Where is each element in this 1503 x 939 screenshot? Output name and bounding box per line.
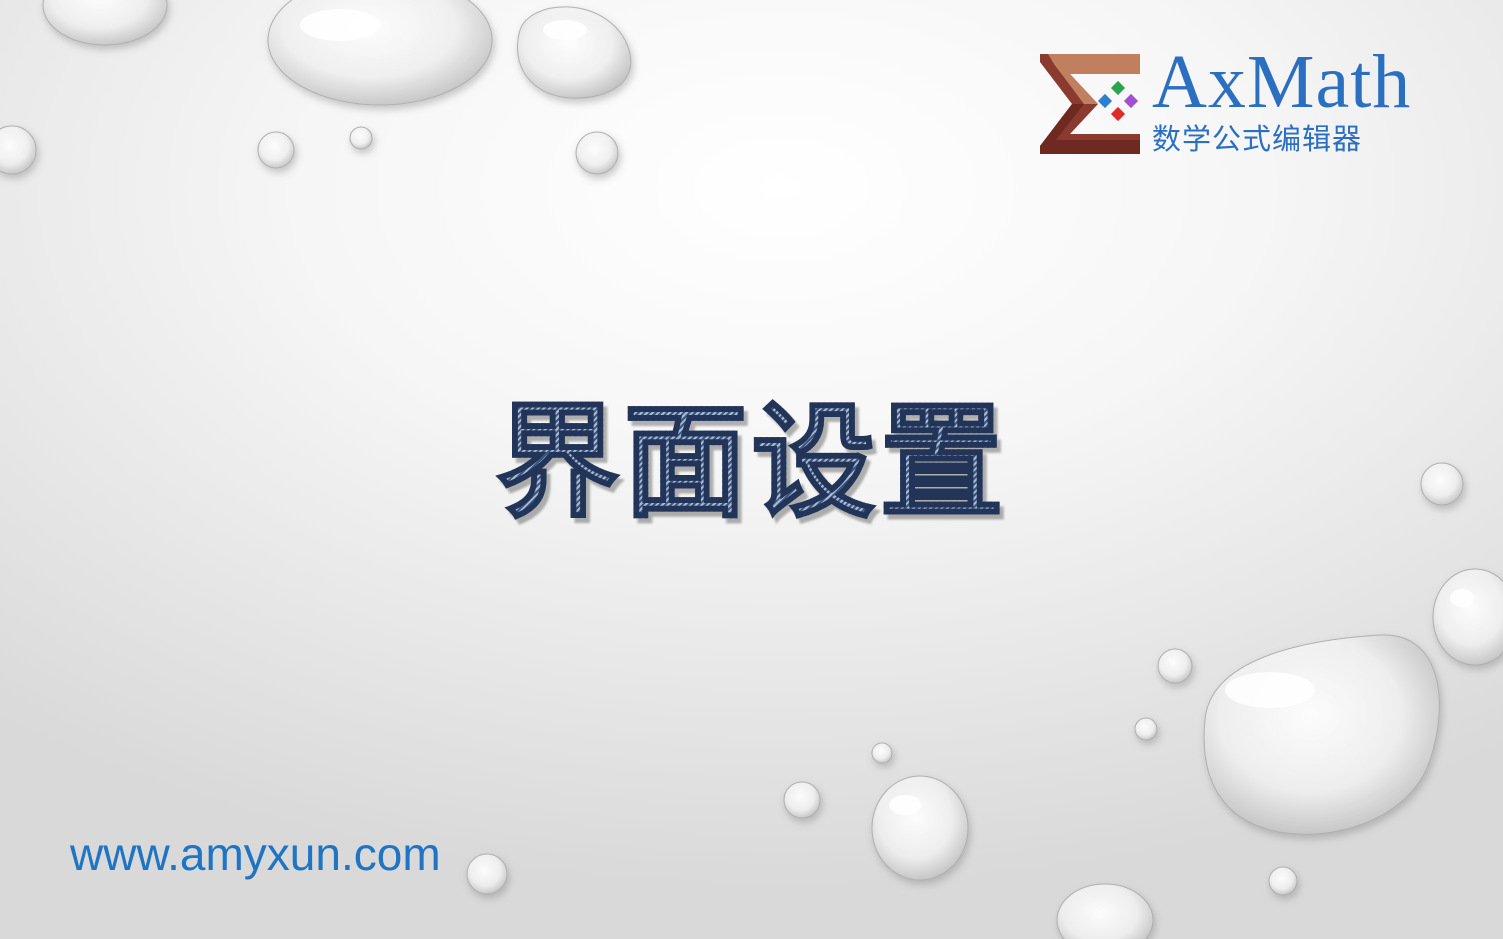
slide-title: 界面设置 bbox=[0, 388, 1503, 538]
droplet bbox=[871, 742, 893, 764]
droplet bbox=[0, 125, 37, 175]
droplet bbox=[42, 0, 168, 46]
droplet bbox=[257, 131, 295, 169]
droplet bbox=[466, 853, 508, 895]
droplet bbox=[575, 131, 619, 175]
axmath-logo: AxMath 数学公式编辑器 bbox=[1036, 40, 1466, 163]
droplet bbox=[871, 775, 969, 881]
droplet bbox=[1056, 883, 1154, 939]
logo-name: AxMath bbox=[1152, 40, 1412, 124]
website-link[interactable]: www.amyxun.com bbox=[70, 826, 441, 882]
droplet bbox=[1134, 717, 1158, 741]
droplet bbox=[1268, 866, 1298, 896]
sigma-logo-icon bbox=[1040, 54, 1140, 154]
droplet bbox=[349, 126, 373, 150]
droplet bbox=[1203, 634, 1440, 835]
droplet bbox=[267, 0, 493, 106]
droplet bbox=[783, 781, 821, 819]
slide: AxMath 数学公式编辑器 界面设置 www.amyxun.com bbox=[0, 0, 1503, 939]
diamond-icons bbox=[1097, 80, 1139, 122]
droplet bbox=[1157, 648, 1193, 684]
droplet bbox=[516, 6, 632, 99]
droplet bbox=[1432, 568, 1503, 666]
logo-tagline: 数学公式编辑器 bbox=[1152, 122, 1363, 156]
